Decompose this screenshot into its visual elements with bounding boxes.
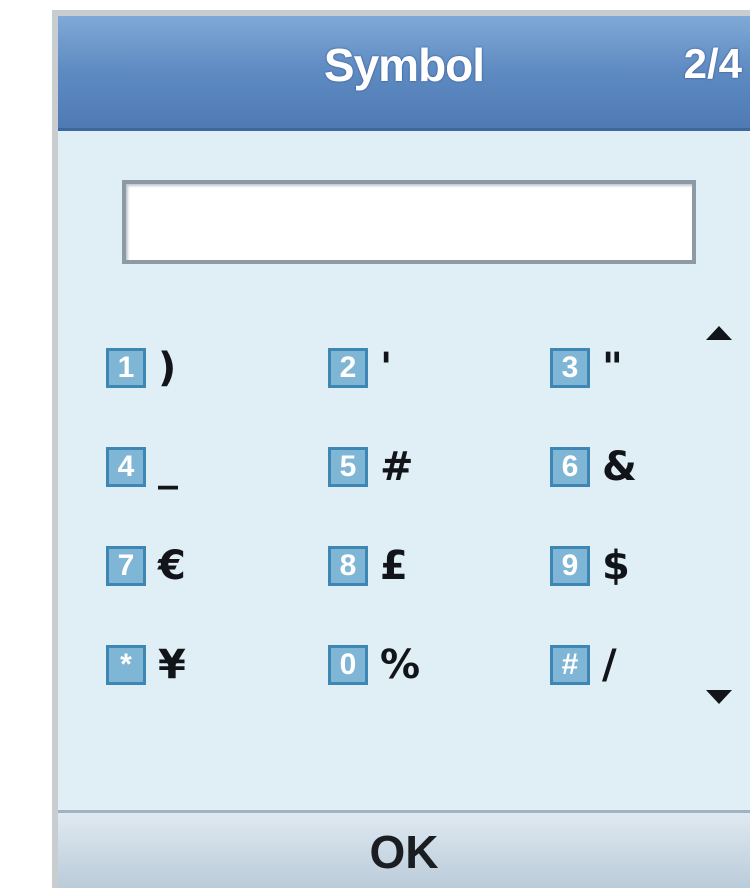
symbol-cell-5[interactable]: 5 # bbox=[328, 417, 550, 516]
key-badge-6: 6 bbox=[550, 446, 590, 487]
symbol-dialog: Symbol 2/4 1 ) 2 ' 3 " 4 _ 5 # 6 & 7 € 8… bbox=[58, 16, 750, 888]
symbol-char: € bbox=[158, 542, 186, 589]
key-badge-0: 0 bbox=[328, 644, 368, 685]
key-badge-star: * bbox=[106, 644, 146, 685]
symbol-input-field[interactable] bbox=[122, 180, 696, 264]
symbol-cell-4[interactable]: 4 _ bbox=[106, 417, 328, 516]
scroll-down-arrow-icon[interactable] bbox=[706, 690, 732, 704]
symbol-grid: 1 ) 2 ' 3 " 4 _ 5 # 6 & 7 € 8 £ 9 $ * ¥ … bbox=[106, 318, 706, 718]
ok-softkey[interactable]: OK bbox=[58, 825, 750, 879]
symbol-cell-2[interactable]: 2 ' bbox=[328, 318, 550, 417]
title-bar: Symbol 2/4 bbox=[58, 16, 750, 131]
symbol-char: " bbox=[602, 344, 623, 391]
symbol-cell-1[interactable]: 1 ) bbox=[106, 318, 328, 417]
symbol-char: ) bbox=[158, 344, 177, 391]
key-badge-8: 8 bbox=[328, 545, 368, 586]
symbol-char: _ bbox=[158, 443, 178, 490]
key-badge-hash: # bbox=[550, 644, 590, 685]
key-badge-4: 4 bbox=[106, 446, 146, 487]
symbol-cell-star[interactable]: * ¥ bbox=[106, 615, 328, 714]
symbol-char: $ bbox=[602, 542, 630, 589]
symbol-char: ' bbox=[380, 344, 393, 391]
key-badge-7: 7 bbox=[106, 545, 146, 586]
key-badge-2: 2 bbox=[328, 347, 368, 388]
symbol-cell-7[interactable]: 7 € bbox=[106, 516, 328, 615]
symbol-char: # bbox=[380, 443, 414, 490]
dialog-title: Symbol bbox=[323, 39, 485, 91]
symbol-char: % bbox=[380, 641, 421, 688]
symbol-char: & bbox=[602, 443, 637, 490]
symbol-cell-0[interactable]: 0 % bbox=[328, 615, 550, 714]
softkey-bar: OK bbox=[58, 810, 750, 888]
symbol-cell-3[interactable]: 3 " bbox=[550, 318, 706, 417]
scroll-up-arrow-icon[interactable] bbox=[706, 326, 732, 340]
symbol-cell-6[interactable]: 6 & bbox=[550, 417, 706, 516]
key-badge-1: 1 bbox=[106, 347, 146, 388]
symbol-cell-8[interactable]: 8 £ bbox=[328, 516, 550, 615]
symbol-cell-hash[interactable]: # / bbox=[550, 615, 706, 714]
page-indicator: 2/4 bbox=[683, 40, 742, 87]
phone-screen: Symbol 2/4 1 ) 2 ' 3 " 4 _ 5 # 6 & 7 € 8… bbox=[52, 10, 750, 888]
symbol-char: £ bbox=[380, 542, 408, 589]
key-badge-3: 3 bbox=[550, 347, 590, 388]
key-badge-9: 9 bbox=[550, 545, 590, 586]
symbol-cell-9[interactable]: 9 $ bbox=[550, 516, 706, 615]
symbol-char: ¥ bbox=[158, 641, 186, 688]
key-badge-5: 5 bbox=[328, 446, 368, 487]
symbol-char: / bbox=[602, 641, 617, 688]
